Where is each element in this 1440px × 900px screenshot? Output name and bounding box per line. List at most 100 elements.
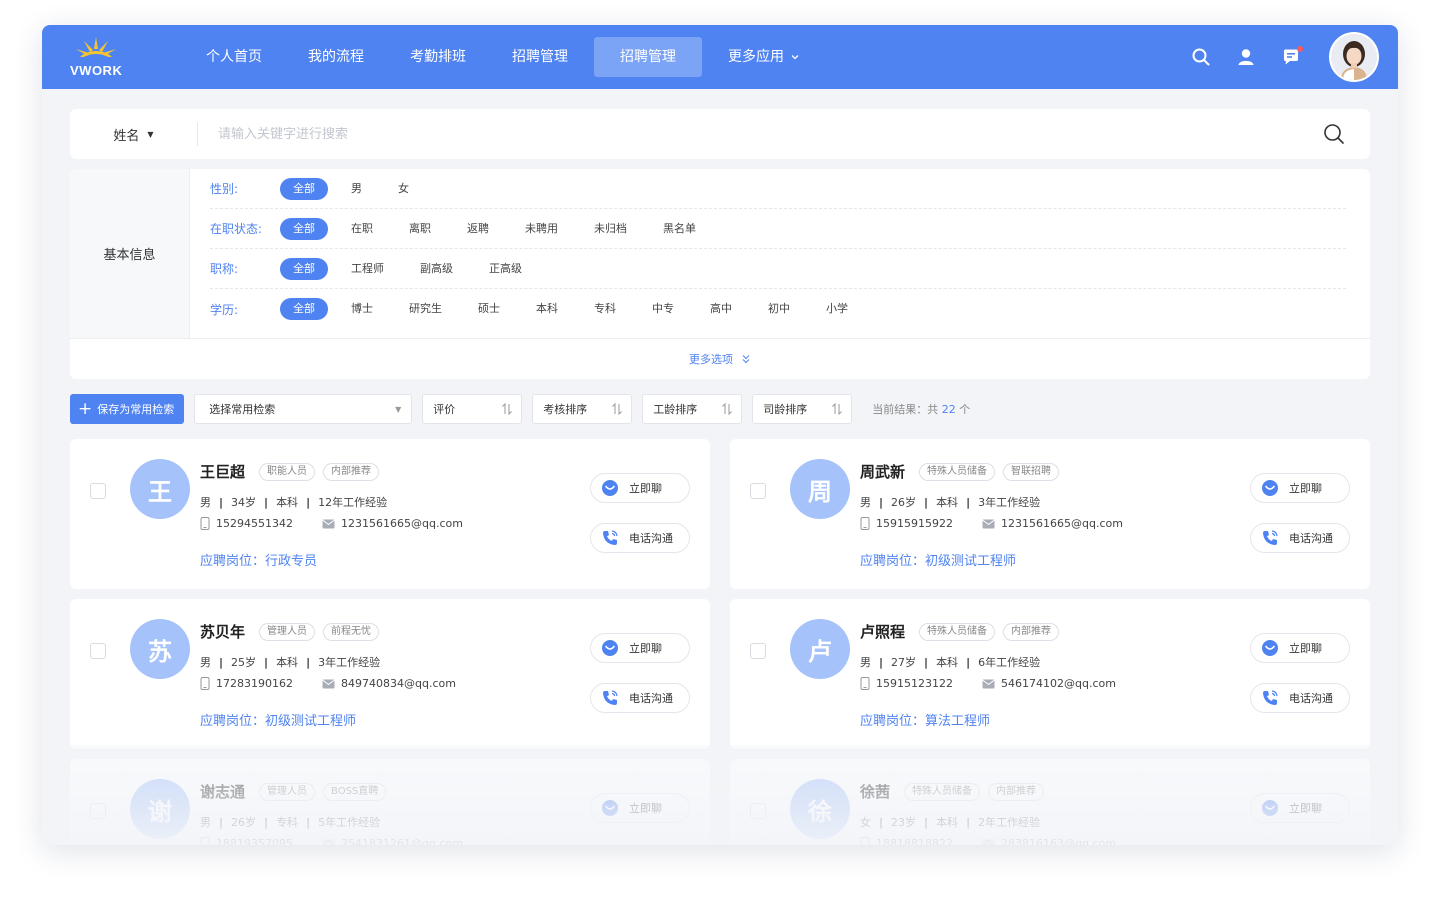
chat-now-button[interactable]: 立即聊: [1250, 473, 1350, 503]
filter-option-chip[interactable]: 中专: [639, 298, 687, 320]
select-checkbox[interactable]: [750, 643, 766, 659]
filter-option-chip[interactable]: 未归档: [581, 218, 640, 240]
candidate-education: 本科: [936, 496, 959, 509]
applied-position[interactable]: 应聘岗位：算法工程师: [860, 710, 990, 729]
sort-tenure[interactable]: 司龄排序: [752, 394, 853, 424]
saved-search-select[interactable]: 选择常用检索 ▼: [194, 394, 413, 424]
sort-seniority[interactable]: 工龄排序: [642, 394, 743, 424]
filter-option-chip[interactable]: 正高级: [476, 258, 535, 280]
phone-call-button[interactable]: 电话沟通: [590, 523, 690, 553]
phone-call-label: 电话沟通: [1289, 692, 1333, 705]
toolbar: + 保存为常用检索 选择常用检索 ▼ 评价 考核排序 工龄排序 司龄排序 当前结…: [70, 394, 970, 424]
nav-item-home[interactable]: 个人首页: [186, 37, 282, 77]
applied-position[interactable]: 应聘岗位：行政专员: [200, 550, 317, 569]
phone-icon: [860, 517, 870, 530]
filter-option-chip[interactable]: 博士: [338, 298, 386, 320]
user-avatar[interactable]: [1329, 32, 1379, 82]
sort-rating[interactable]: 评价: [422, 394, 523, 424]
phone-call-button[interactable]: 电话沟通: [1250, 683, 1350, 713]
filter-option-chip[interactable]: 黑名单: [650, 218, 709, 240]
more-options-label: 更多选项: [689, 353, 733, 366]
phone-call-button[interactable]: 电话沟通: [1250, 523, 1350, 553]
filter-option-chip[interactable]: 离职: [396, 218, 444, 240]
candidate-card[interactable]: 卢卢照程 特殊人员储备 内部推荐男 | 27岁 | 本科 | 6年工作经验 15915123122…: [730, 599, 1370, 749]
more-options-button[interactable]: 更多选项: [70, 338, 1370, 379]
filter-option-chip[interactable]: 高中: [697, 298, 745, 320]
message-icon[interactable]: [1280, 46, 1303, 68]
search-icon[interactable]: [1190, 46, 1212, 68]
filter-option-chip[interactable]: 女: [385, 178, 422, 200]
applied-position-value: 初级测试工程师: [925, 554, 1017, 569]
nav-item-recruit-active[interactable]: 招聘管理: [594, 37, 702, 77]
candidate-card[interactable]: 王王巨超 职能人员 内部推荐男 | 34岁 | 本科 | 12年工作经验 15294551342 1…: [70, 439, 710, 589]
candidate-name[interactable]: 卢照程: [860, 621, 905, 642]
candidate-card[interactable]: 苏苏贝年 管理人员 前程无忧男 | 25岁 | 本科 | 3年工作经验 17283190162 84…: [70, 599, 710, 749]
filter-option-chip[interactable]: 全部: [280, 257, 328, 280]
candidate-education: 本科: [276, 656, 299, 669]
nav-item-more-apps[interactable]: 更多应用: [708, 37, 820, 77]
search-field-select[interactable]: 姓名 ▼: [70, 122, 198, 146]
filter-option-chip[interactable]: 副高级: [407, 258, 466, 280]
filter-option-chip[interactable]: 全部: [280, 217, 328, 240]
logo[interactable]: VWORK: [60, 25, 170, 89]
separator: |: [264, 495, 269, 509]
user-icon[interactable]: [1235, 46, 1257, 68]
candidate-contact: 15915123122 546174102@qq.com: [860, 677, 1116, 690]
filter-option-chip[interactable]: 男: [338, 178, 375, 200]
save-search-button[interactable]: + 保存为常用检索: [70, 394, 185, 424]
chat-now-label: 立即聊: [1289, 802, 1322, 815]
candidate-avatar: 苏: [130, 619, 190, 679]
phone-call-button[interactable]: 电话沟通: [590, 683, 690, 713]
filter-option-chip[interactable]: 工程师: [338, 258, 397, 280]
sort-icon: [611, 402, 623, 416]
search-submit-icon[interactable]: [1322, 122, 1346, 146]
chat-now-button[interactable]: 立即聊: [590, 633, 690, 663]
select-checkbox[interactable]: [750, 803, 766, 819]
filter-option-chip[interactable]: 初中: [755, 298, 803, 320]
filter-option-chip[interactable]: 未聘用: [512, 218, 571, 240]
candidate-name[interactable]: 徐茜: [860, 781, 890, 802]
filter-option-chip[interactable]: 专科: [581, 298, 629, 320]
phone-call-icon: [601, 689, 619, 707]
candidate-card[interactable]: 徐徐茜 特殊人员储备 内部推荐女 | 23岁 | 本科 | 2年工作经验 18818818822 2…: [730, 759, 1370, 845]
filter-option-chip[interactable]: 全部: [280, 298, 328, 320]
candidate-education: 本科: [276, 496, 299, 509]
sort-assessment[interactable]: 考核排序: [532, 394, 633, 424]
filter-option-chip[interactable]: 返聘: [454, 218, 502, 240]
chat-now-label: 立即聊: [1289, 482, 1322, 495]
applied-position[interactable]: 应聘岗位：初级测试工程师: [200, 710, 356, 729]
nav-item-attendance[interactable]: 考勤排班: [390, 37, 486, 77]
separator: |: [879, 815, 884, 829]
candidate-name[interactable]: 苏贝年: [200, 621, 245, 642]
filter-option-chip[interactable]: 硕士: [465, 298, 513, 320]
select-checkbox[interactable]: [90, 803, 106, 819]
candidate-name[interactable]: 周武新: [860, 461, 905, 482]
search-input[interactable]: [198, 126, 1322, 142]
chat-now-button[interactable]: 立即聊: [590, 793, 690, 823]
filter-option-chip[interactable]: 全部: [280, 177, 328, 200]
select-checkbox[interactable]: [90, 643, 106, 659]
candidate-tag: 内部推荐: [323, 462, 380, 481]
phone-icon: [200, 677, 210, 690]
select-checkbox[interactable]: [90, 483, 106, 499]
candidate-experience: 3年工作经验: [318, 656, 381, 669]
applied-position[interactable]: 应聘岗位：初级测试工程师: [860, 550, 1016, 569]
candidate-email: 849740834@qq.com: [341, 677, 456, 690]
filter-option-chip[interactable]: 小学: [813, 298, 861, 320]
candidate-card[interactable]: 周周武新 特殊人员储备 智联招聘男 | 26岁 | 本科 | 3年工作经验 15915915922…: [730, 439, 1370, 589]
filter-option-chip[interactable]: 本科: [523, 298, 571, 320]
nav-item-my-process[interactable]: 我的流程: [288, 37, 384, 77]
candidate-name[interactable]: 谢志通: [200, 781, 245, 802]
chat-now-button[interactable]: 立即聊: [1250, 793, 1350, 823]
candidate-name[interactable]: 王巨超: [200, 461, 245, 482]
candidate-email: 1231561665@qq.com: [1001, 517, 1123, 530]
chat-now-button[interactable]: 立即聊: [590, 473, 690, 503]
candidate-gender: 女: [860, 816, 871, 829]
candidate-card[interactable]: 谢谢志通 管理人员 BOSS直聘男 | 26岁 | 专科 | 5年工作经验 18819357095…: [70, 759, 710, 845]
filter-row: 在职状态: 全部 在职 离职 返聘 未聘用 未归档 黑名单: [210, 209, 1346, 249]
select-checkbox[interactable]: [750, 483, 766, 499]
filter-option-chip[interactable]: 研究生: [396, 298, 455, 320]
chat-now-button[interactable]: 立即聊: [1250, 633, 1350, 663]
nav-item-recruit[interactable]: 招聘管理: [492, 37, 588, 77]
filter-option-chip[interactable]: 在职: [338, 218, 386, 240]
